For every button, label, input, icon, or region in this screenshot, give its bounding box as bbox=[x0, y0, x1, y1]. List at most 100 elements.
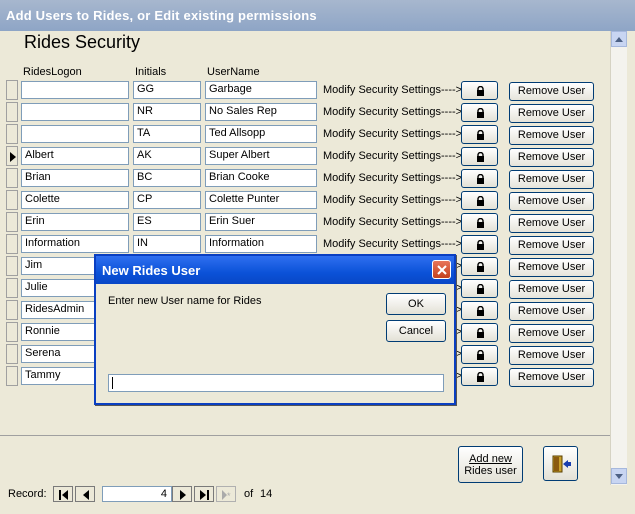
exit-button[interactable] bbox=[543, 446, 578, 481]
username-field[interactable]: Colette Punter bbox=[205, 191, 317, 209]
dialog-cancel-button[interactable]: Cancel bbox=[386, 320, 446, 342]
remove-user-button[interactable]: Remove User bbox=[509, 302, 594, 321]
modify-security-button[interactable] bbox=[461, 125, 498, 144]
table-row: TA Ted Allsopp Modify Security Settings---… bbox=[6, 124, 606, 145]
modify-security-button[interactable] bbox=[461, 213, 498, 232]
column-header-username: UserName bbox=[207, 66, 260, 78]
username-field[interactable]: Garbage bbox=[205, 81, 317, 99]
vertical-scrollbar[interactable] bbox=[610, 31, 627, 485]
remove-user-button[interactable]: Remove User bbox=[509, 170, 594, 189]
current-record-arrow-icon bbox=[10, 152, 16, 162]
initials-field[interactable]: GG bbox=[133, 81, 201, 99]
initials-field[interactable]: BC bbox=[133, 169, 201, 187]
record-selector[interactable] bbox=[6, 278, 18, 298]
table-row: Erin ES Erin Suer Modify Security Settings-… bbox=[6, 212, 606, 233]
record-selector[interactable] bbox=[6, 102, 18, 122]
username-field[interactable]: Ted Allsopp bbox=[205, 125, 317, 143]
modify-security-button[interactable] bbox=[461, 345, 498, 364]
remove-user-button[interactable]: Remove User bbox=[509, 192, 594, 211]
table-row: Information IN Information Modify Security … bbox=[6, 234, 606, 255]
record-selector[interactable] bbox=[6, 190, 18, 210]
initials-field[interactable]: NR bbox=[133, 103, 201, 121]
remove-user-button[interactable]: Remove User bbox=[509, 214, 594, 233]
remove-user-button[interactable]: Remove User bbox=[509, 346, 594, 365]
new-user-name-input[interactable] bbox=[108, 374, 444, 392]
modify-security-button[interactable] bbox=[461, 279, 498, 298]
logon-field[interactable]: Colette bbox=[21, 191, 129, 209]
initials-field[interactable]: AK bbox=[133, 147, 201, 165]
username-field[interactable]: Information bbox=[205, 235, 317, 253]
remove-user-button[interactable]: Remove User bbox=[509, 368, 594, 387]
last-record-button[interactable] bbox=[194, 486, 214, 502]
record-selector[interactable] bbox=[6, 168, 18, 188]
logon-field[interactable] bbox=[21, 125, 129, 143]
modify-security-button[interactable] bbox=[461, 323, 498, 342]
window-titlebar: Add Users to Rides, or Edit existing per… bbox=[0, 0, 635, 31]
prev-record-icon bbox=[83, 490, 89, 500]
record-selector[interactable] bbox=[6, 80, 18, 100]
modify-security-button[interactable] bbox=[461, 103, 498, 122]
lock-icon bbox=[477, 262, 484, 272]
lock-icon bbox=[477, 372, 484, 382]
modify-security-button[interactable] bbox=[461, 191, 498, 210]
remove-user-button[interactable]: Remove User bbox=[509, 126, 594, 145]
modify-security-button[interactable] bbox=[461, 257, 498, 276]
record-selector[interactable] bbox=[6, 322, 18, 342]
scroll-up-button[interactable] bbox=[611, 31, 627, 47]
first-record-button[interactable] bbox=[53, 486, 73, 502]
chevron-up-icon bbox=[615, 37, 623, 42]
table-row: Colette CP Colette Punter Modify Security S… bbox=[6, 190, 606, 211]
footer-divider bbox=[0, 435, 610, 436]
logon-field[interactable]: Information bbox=[21, 235, 129, 253]
username-field[interactable]: Super Albert bbox=[205, 147, 317, 165]
new-record-button[interactable]: * bbox=[216, 486, 236, 502]
initials-field[interactable]: TA bbox=[133, 125, 201, 143]
remove-user-button[interactable]: Remove User bbox=[509, 82, 594, 101]
record-number-input[interactable]: 4 bbox=[102, 486, 172, 502]
remove-user-button[interactable]: Remove User bbox=[509, 280, 594, 299]
username-field[interactable]: Erin Suer bbox=[205, 213, 317, 231]
next-record-button[interactable] bbox=[172, 486, 192, 502]
lock-icon bbox=[477, 306, 484, 316]
record-selector[interactable] bbox=[6, 146, 18, 166]
modify-security-button[interactable] bbox=[461, 301, 498, 320]
modify-security-button[interactable] bbox=[461, 169, 498, 188]
add-new-user-button[interactable]: Add new Rides user bbox=[458, 446, 523, 483]
initials-field[interactable]: CP bbox=[133, 191, 201, 209]
dialog-ok-button[interactable]: OK bbox=[386, 293, 446, 315]
prev-record-button[interactable] bbox=[75, 486, 95, 502]
modify-security-button[interactable] bbox=[461, 81, 498, 100]
modify-security-button[interactable] bbox=[461, 235, 498, 254]
last-record-icon bbox=[200, 490, 209, 500]
initials-field[interactable]: ES bbox=[133, 213, 201, 231]
remove-user-button[interactable]: Remove User bbox=[509, 324, 594, 343]
remove-user-button[interactable]: Remove User bbox=[509, 148, 594, 167]
remove-user-button[interactable]: Remove User bbox=[509, 236, 594, 255]
scroll-down-button[interactable] bbox=[611, 468, 627, 484]
logon-field[interactable] bbox=[21, 103, 129, 121]
lock-icon bbox=[477, 86, 484, 96]
username-field[interactable]: No Sales Rep bbox=[205, 103, 317, 121]
remove-user-button[interactable]: Remove User bbox=[509, 258, 594, 277]
modify-security-button[interactable] bbox=[461, 147, 498, 166]
remove-user-button[interactable]: Remove User bbox=[509, 104, 594, 123]
record-selector[interactable] bbox=[6, 256, 18, 276]
record-selector[interactable] bbox=[6, 234, 18, 254]
initials-field[interactable]: IN bbox=[133, 235, 201, 253]
logon-field[interactable]: Brian bbox=[21, 169, 129, 187]
dialog-close-button[interactable] bbox=[432, 260, 451, 279]
column-header-logon: RidesLogon bbox=[23, 66, 82, 78]
record-selector[interactable] bbox=[6, 300, 18, 320]
logon-field[interactable]: Erin bbox=[21, 213, 129, 231]
username-field[interactable]: Brian Cooke bbox=[205, 169, 317, 187]
record-selector[interactable] bbox=[6, 124, 18, 144]
logon-field[interactable] bbox=[21, 81, 129, 99]
modify-security-button[interactable] bbox=[461, 367, 498, 386]
add-new-label-line1: Add new bbox=[469, 453, 512, 465]
lock-icon bbox=[477, 174, 484, 184]
lock-icon bbox=[477, 152, 484, 162]
record-selector[interactable] bbox=[6, 366, 18, 386]
record-selector[interactable] bbox=[6, 344, 18, 364]
logon-field[interactable]: Albert bbox=[21, 147, 129, 165]
record-selector[interactable] bbox=[6, 212, 18, 232]
